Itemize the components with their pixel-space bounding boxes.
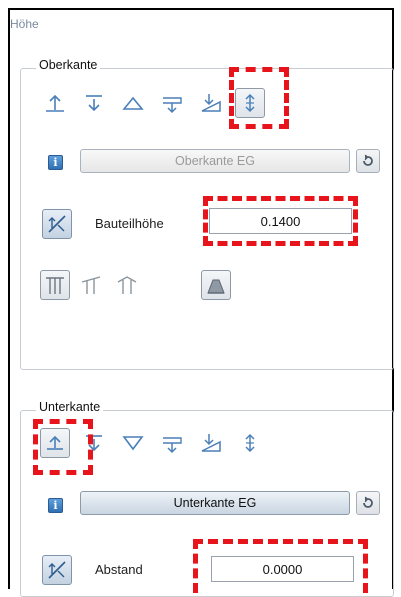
wall-type-toolbar — [40, 270, 142, 300]
info-icon[interactable]: i — [48, 155, 63, 170]
highlight-marker — [203, 196, 358, 246]
roof-triangle-icon[interactable] — [118, 88, 148, 118]
oberkante-reset-button[interactable] — [356, 149, 380, 173]
inverted-triangle-icon[interactable] — [118, 428, 148, 458]
measure-tool-icon — [48, 215, 66, 233]
oberkante-reference-button[interactable]: Oberkante EG — [80, 149, 350, 173]
oberkante-legend: Oberkante — [36, 58, 101, 72]
wall-pillars-icon[interactable] — [40, 270, 70, 300]
highlight-marker — [229, 67, 289, 129]
unterkante-legend: Unterkante — [36, 400, 104, 414]
unterkante-reset-button[interactable] — [356, 491, 380, 515]
bauteilhoehe-label: Bauteilhöhe — [95, 216, 164, 231]
gable-pillars-icon[interactable] — [112, 270, 142, 300]
sloped-down-arrow-icon[interactable] — [157, 88, 187, 118]
window-title: Höhe — [10, 17, 39, 31]
slope-down-arrow-icon[interactable] — [196, 428, 226, 458]
profile-shape-icon[interactable] — [201, 270, 231, 300]
sloped-down-arrow-icon[interactable] — [157, 428, 187, 458]
measure-height-button[interactable] — [42, 209, 72, 239]
reset-icon — [363, 154, 373, 166]
measure-distance-button[interactable] — [42, 555, 72, 585]
abstand-label: Abstand — [95, 562, 143, 577]
unterkante-reference-button[interactable]: Unterkante EG — [80, 491, 350, 515]
info-icon[interactable]: i — [48, 498, 63, 513]
highlight-marker — [193, 539, 368, 593]
sloped-pillars-icon[interactable] — [76, 270, 106, 300]
highlight-marker — [33, 419, 93, 475]
height-up-down-icon[interactable] — [235, 428, 265, 458]
arrow-down-to-line-icon[interactable] — [79, 88, 109, 118]
reset-icon — [363, 496, 373, 508]
arrow-up-to-line-icon[interactable] — [40, 88, 70, 118]
slope-down-arrow-icon[interactable] — [196, 88, 226, 118]
measure-tool-icon — [48, 561, 66, 579]
